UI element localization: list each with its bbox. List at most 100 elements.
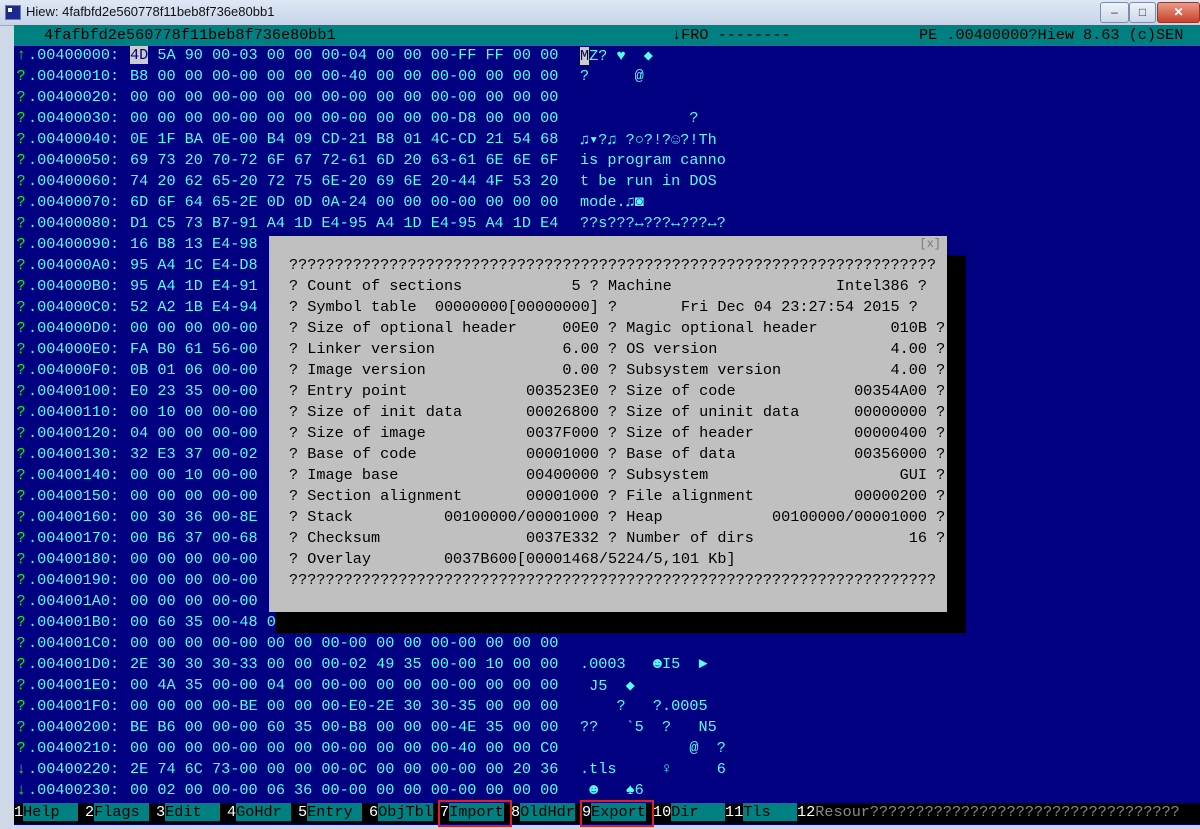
hex-row[interactable]: ? .004001F0: 00 00 00 00-BE 00 00 00-E0-2E… bbox=[14, 697, 1200, 718]
hex-row[interactable]: ? .00400030: 00 00 00 00-00 00 00 00-00 00… bbox=[14, 109, 1200, 130]
row-hex-bytes[interactable]: 0E 1F BA 0E-00 B4 09 CD-21 B8 01 4C-CD 2… bbox=[130, 130, 558, 148]
row-hex-bytes[interactable]: 00 00 00 00-00 00 00 00-00 00 00 00-D8 0… bbox=[130, 109, 558, 127]
row-marker: ? bbox=[16, 739, 26, 757]
fkey-help[interactable]: 1Help bbox=[14, 803, 78, 824]
dialog-field-row: ? Section alignment 00001000 ? File alig… bbox=[289, 487, 946, 505]
hex-row[interactable]: ? .00400080: D1 C5 73 B7-91 A4 1D E4-95 A4… bbox=[14, 214, 1200, 235]
row-marker: ? bbox=[16, 340, 26, 358]
fkey-number: 4 bbox=[227, 803, 237, 821]
dialog-field-row: ? Stack 00100000/00001000 ? Heap 0010000… bbox=[289, 508, 946, 526]
row-hex-bytes[interactable]: FA B0 61 56-00 bbox=[130, 340, 258, 358]
row-hex-bytes[interactable]: 2E 74 6C 73-00 00 00 00-0C 00 00 00-00 0… bbox=[130, 760, 558, 778]
fkey-label: Dir bbox=[671, 803, 726, 821]
hex-row[interactable]: ↑ .00400000: 4D 5A 90 00-03 00 00 00-04 00… bbox=[14, 46, 1200, 67]
row-hex-bytes[interactable]: 04 00 00 00-00 bbox=[130, 424, 258, 442]
fkey-tls[interactable]: 11Tls bbox=[725, 803, 798, 824]
row-hex-bytes[interactable]: 00 00 00 00-00 bbox=[130, 550, 258, 568]
row-marker: ↓ bbox=[16, 760, 26, 778]
row-hex-bytes[interactable]: 16 B8 13 E4-98 bbox=[130, 235, 258, 253]
hex-row[interactable]: ? .00400010: B8 00 00 00-00 00 00 00-40 00… bbox=[14, 67, 1200, 88]
fkey-export[interactable]: 9Export bbox=[582, 803, 646, 824]
row-address: .004000C0: bbox=[28, 298, 120, 316]
fkey-number: 9 bbox=[582, 803, 592, 821]
row-hex-bytes[interactable]: 95 A4 1C E4-D8 bbox=[130, 256, 258, 274]
row-ascii: ☻ ♠6 bbox=[580, 781, 644, 799]
hex-row[interactable]: ? .00400060: 74 20 62 65-20 72 75 6E-20 69… bbox=[14, 172, 1200, 193]
fkey-resour[interactable]: 12Resour????????????????????????????????… bbox=[797, 803, 1180, 824]
row-marker: ? bbox=[16, 130, 26, 148]
row-ascii: J5 ◆ bbox=[580, 677, 635, 695]
hex-row[interactable]: ↓ .00400220: 2E 74 6C 73-00 00 00 00-0C 00… bbox=[14, 760, 1200, 781]
row-address: .004001C0: bbox=[28, 634, 120, 652]
row-hex-bytes[interactable]: 69 73 20 70-72 6F 67 72-61 6D 20 63-61 6… bbox=[130, 151, 558, 169]
row-marker: ? bbox=[16, 256, 26, 274]
minimize-button[interactable]: ‒ bbox=[1100, 2, 1129, 23]
dialog-close-button[interactable]: [x] bbox=[919, 237, 941, 251]
row-hex-bytes[interactable]: 00 00 10 00-00 bbox=[130, 466, 258, 484]
pe-header-dialog[interactable]: [x] ????????????????????????????????????… bbox=[269, 236, 963, 612]
row-marker: ? bbox=[16, 88, 26, 106]
hex-row[interactable]: ? .004001D0: 2E 30 30 30-33 00 00 00-02 49… bbox=[14, 655, 1200, 676]
row-hex-bytes[interactable]: 00 00 00 00-BE 00 00 00-E0-2E 30 30-35 0… bbox=[130, 697, 558, 715]
row-hex-bytes[interactable]: 00 00 00 00-00 bbox=[130, 592, 258, 610]
row-address: .00400060: bbox=[28, 172, 120, 190]
row-hex-bytes[interactable]: 00 00 00 00-00 00 00 00-00 00 00 00-40 0… bbox=[130, 739, 558, 757]
fkey-import[interactable]: 7Import bbox=[440, 803, 504, 824]
fkey-gohdr[interactable]: 4GoHdr bbox=[227, 803, 291, 824]
dialog-border-top: ????????????????????????????????????????… bbox=[289, 256, 937, 274]
fkey-number: 11 bbox=[725, 803, 744, 821]
row-hex-bytes[interactable]: 00 00 00 00-00 bbox=[130, 487, 258, 505]
row-hex-bytes[interactable]: D1 C5 73 B7-91 A4 1D E4-95 A4 1D E4-95 A… bbox=[130, 214, 558, 232]
hex-row[interactable]: ? .00400200: BE B6 00 00-00 60 35 00-B8 00… bbox=[14, 718, 1200, 739]
window-titlebar[interactable]: Hiew: 4fafbfd2e560778f11beb8f736e80bb1 ‒… bbox=[0, 0, 1200, 26]
row-hex-bytes[interactable]: 4D 5A 90 00-03 00 00 00-04 00 00 00-FF F… bbox=[130, 46, 558, 64]
fkey-number: 10 bbox=[653, 803, 672, 821]
row-marker: ? bbox=[16, 487, 26, 505]
row-hex-bytes[interactable]: 00 30 36 00-8E bbox=[130, 508, 258, 526]
row-hex-bytes[interactable]: 00 02 00 00-00 06 36 00-00 00 00 00-00 0… bbox=[130, 781, 558, 799]
hex-row[interactable]: ? .00400210: 00 00 00 00-00 00 00 00-00 00… bbox=[14, 739, 1200, 760]
row-hex-bytes[interactable]: 95 A4 1D E4-91 bbox=[130, 277, 258, 295]
fkey-oldhdr[interactable]: 8OldHdr bbox=[511, 803, 575, 824]
row-hex-bytes[interactable]: 52 A2 1B E4-94 bbox=[130, 298, 258, 316]
hex-row[interactable]: ? .00400070: 6D 6F 64 65-2E 0D 0D 0A-24 00… bbox=[14, 193, 1200, 214]
row-hex-bytes[interactable]: 74 20 62 65-20 72 75 6E-20 69 6E 20-44 4… bbox=[130, 172, 558, 190]
row-hex-bytes[interactable]: 6D 6F 64 65-2E 0D 0D 0A-24 00 00 00-00 0… bbox=[130, 193, 558, 211]
row-hex-bytes[interactable]: E0 23 35 00-00 bbox=[130, 382, 258, 400]
row-ascii: ??s???↔???↔???↔? bbox=[580, 214, 726, 232]
close-button[interactable]: ✕ bbox=[1157, 2, 1200, 23]
row-address: .004000E0: bbox=[28, 340, 120, 358]
row-marker: ? bbox=[16, 67, 26, 85]
hex-row[interactable]: ? .00400050: 69 73 20 70-72 6F 67 72-61 6D… bbox=[14, 151, 1200, 172]
window-title: Hiew: 4fafbfd2e560778f11beb8f736e80bb1 bbox=[26, 4, 275, 19]
row-hex-bytes[interactable]: 00 10 00 00-00 bbox=[130, 403, 258, 421]
row-hex-bytes[interactable]: 00 B6 37 00-68 bbox=[130, 529, 258, 547]
row-hex-bytes[interactable]: 0B 01 06 00-00 bbox=[130, 361, 258, 379]
fkey-flags[interactable]: 2Flags bbox=[85, 803, 149, 824]
fkey-entry[interactable]: 5Entry bbox=[298, 803, 362, 824]
maximize-button[interactable]: □ bbox=[1129, 2, 1156, 23]
row-hex-bytes[interactable]: 00 00 00 00-00 00 00 00-00 00 00 00-00 0… bbox=[130, 634, 558, 652]
row-hex-bytes[interactable]: B8 00 00 00-00 00 00 00-40 00 00 00-00 0… bbox=[130, 67, 558, 85]
hex-row[interactable]: ? .00400040: 0E 1F BA 0E-00 B4 09 CD-21 B8… bbox=[14, 130, 1200, 151]
fkey-objtbl[interactable]: 6ObjTbl bbox=[369, 803, 433, 824]
row-hex-bytes[interactable]: 2E 30 30 30-33 00 00 00-02 49 35 00-00 1… bbox=[130, 655, 558, 673]
row-hex-bytes[interactable]: BE B6 00 00-00 60 35 00-B8 00 00 00-4E 3… bbox=[130, 718, 558, 736]
fkey-edit[interactable]: 3Edit bbox=[156, 803, 220, 824]
hex-row[interactable]: ? .00400020: 00 00 00 00-00 00 00 00-00 00… bbox=[14, 88, 1200, 109]
row-hex-bytes[interactable]: 32 E3 37 00-02 bbox=[130, 445, 258, 463]
hex-row[interactable]: ? .004001E0: 00 4A 35 00-00 04 00 00-00 00… bbox=[14, 676, 1200, 697]
hex-row[interactable]: ? .004001C0: 00 00 00 00-00 00 00 00-00 00… bbox=[14, 634, 1200, 655]
hex-row[interactable]: ↓ .00400230: 00 02 00 00-00 06 36 00-00 00… bbox=[14, 781, 1200, 802]
row-hex-bytes[interactable]: 00 00 00 00-00 00 00 00-00 00 00 00-00 0… bbox=[130, 88, 558, 106]
row-hex-bytes[interactable]: 00 4A 35 00-00 04 00 00-00 00 00 00-00 0… bbox=[130, 676, 558, 694]
row-hex-bytes[interactable]: 00 00 00 00-00 bbox=[130, 319, 258, 337]
row-marker: ? bbox=[16, 214, 26, 232]
row-address: .00400000: bbox=[28, 46, 120, 64]
function-key-bar[interactable]: 1Help 2Flags 3Edit 4GoHdr 5Entry 6ObjTbl… bbox=[14, 800, 1200, 827]
row-marker: ? bbox=[16, 424, 26, 442]
fkey-dir[interactable]: 10Dir bbox=[653, 803, 726, 824]
row-hex-bytes[interactable]: 00 00 00 00-00 bbox=[130, 571, 258, 589]
hex-console[interactable]: 4fafbfd2e560778f11beb8f736e80bb1 ↓FRO --… bbox=[14, 25, 1200, 827]
row-address: .004001D0: bbox=[28, 655, 120, 673]
